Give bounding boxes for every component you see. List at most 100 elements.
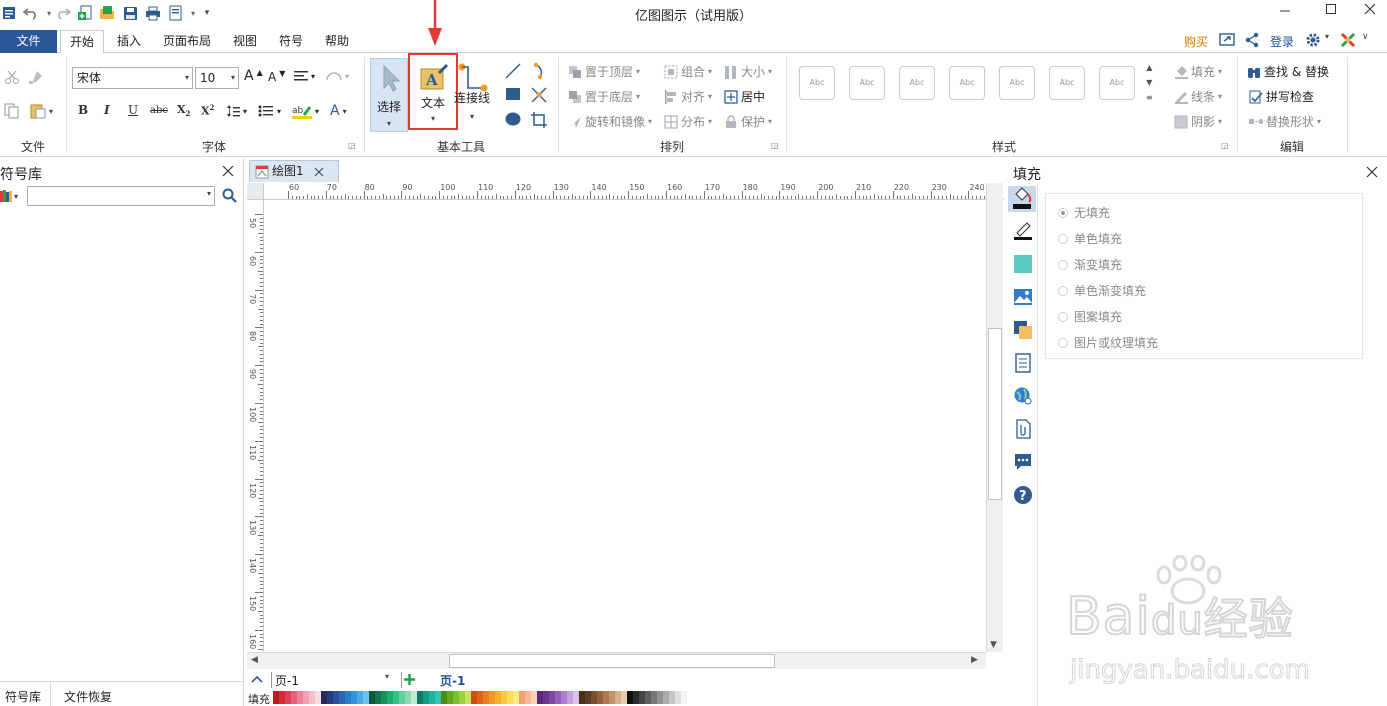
horizontal-scrollbar[interactable]: ◀ ▶: [247, 652, 986, 669]
italic-button[interactable]: I: [104, 103, 110, 117]
send-to-back-button[interactable]: 置于底层 ▾: [568, 88, 640, 105]
style-preset-6[interactable]: Abc: [1049, 66, 1085, 100]
underline-button[interactable]: U: [128, 103, 138, 117]
hyperlink-globe-icon[interactable]: [1013, 386, 1033, 406]
gallery-more-icon[interactable]: ≡: [1146, 93, 1153, 102]
tab-file-recovery[interactable]: 文件恢复: [64, 688, 112, 705]
tab-symbol[interactable]: 符号: [272, 30, 310, 53]
style-preset-5[interactable]: Abc: [999, 66, 1035, 100]
login-link[interactable]: 登录: [1270, 33, 1294, 50]
line-shape-icon[interactable]: [504, 62, 522, 80]
copy-icon[interactable]: [4, 103, 20, 119]
settings-dropdown-icon[interactable]: ▾: [1325, 32, 1329, 41]
settings-gear-icon[interactable]: [1304, 31, 1322, 52]
radio-button[interactable]: [1058, 233, 1068, 244]
radio-button[interactable]: [1058, 259, 1068, 270]
paste-icon[interactable]: ▾: [30, 103, 53, 119]
scroll-down-icon[interactable]: ▼: [1146, 78, 1152, 87]
edraw-logo-icon[interactable]: [1339, 31, 1357, 52]
text-direction-icon[interactable]: ▾: [326, 70, 349, 82]
attachment-icon[interactable]: [1013, 419, 1033, 439]
tab-symbol-library[interactable]: 符号库: [5, 688, 41, 705]
radio-button[interactable]: [1058, 285, 1068, 296]
maximize-icon[interactable]: [1316, 2, 1346, 22]
close-tab-icon[interactable]: [314, 167, 324, 177]
group-button[interactable]: 组合 ▾: [664, 63, 712, 80]
minimize-icon[interactable]: [1270, 2, 1300, 22]
subscript-button[interactable]: X2: [177, 103, 190, 118]
tab-page-layout[interactable]: 页面布局: [156, 30, 218, 53]
share-icon[interactable]: [1244, 32, 1260, 51]
search-icon[interactable]: [222, 188, 237, 206]
radio-button[interactable]: [1058, 311, 1068, 322]
bullet-list-icon[interactable]: ▾: [258, 104, 281, 118]
distribute-button[interactable]: 分布 ▾: [664, 113, 712, 130]
page-properties-icon[interactable]: [1013, 353, 1033, 373]
vertical-scrollbar[interactable]: ▼: [986, 183, 1003, 652]
add-page-icon[interactable]: [403, 673, 416, 689]
style-preset-1[interactable]: Abc: [799, 66, 835, 100]
color-swatches[interactable]: [273, 691, 687, 704]
page-select[interactable]: 页-1 ▾: [271, 672, 391, 688]
connector-tool-button[interactable]: 连接线 ▾: [452, 58, 492, 132]
font-color-icon[interactable]: A ▾: [330, 103, 347, 119]
superscript-button[interactable]: X2: [201, 103, 214, 118]
scroll-left-arrow-icon[interactable]: ◀: [251, 655, 258, 665]
radio-button[interactable]: [1058, 337, 1068, 348]
scroll-up-icon[interactable]: ▲: [1146, 63, 1152, 72]
radio-button[interactable]: [1058, 207, 1068, 218]
connection-point-icon[interactable]: [530, 86, 548, 104]
comment-icon[interactable]: [1013, 452, 1033, 472]
vertical-scroll-thumb[interactable]: [988, 328, 1002, 500]
select-tool-button[interactable]: 选择 ▾: [370, 58, 408, 132]
fill-button[interactable]: 填充 ▾: [1174, 63, 1222, 80]
style-dialog-launcher-icon[interactable]: ◲: [1221, 141, 1229, 150]
document-tab[interactable]: 绘图1: [249, 160, 339, 182]
fill-option-single-gradient[interactable]: 单色渐变填充: [1058, 282, 1146, 299]
close-fill-panel-icon[interactable]: [1366, 166, 1378, 181]
library-search-input[interactable]: ▾: [27, 186, 215, 206]
scroll-right-arrow-icon[interactable]: ▶: [971, 655, 978, 665]
bring-to-front-button[interactable]: 置于顶层 ▾: [568, 63, 640, 80]
page-list-toggle-icon[interactable]: [251, 673, 263, 687]
tab-insert[interactable]: 插入: [110, 30, 148, 53]
fill-option-pattern[interactable]: 图案填充: [1058, 308, 1122, 325]
shadow-button[interactable]: 阴影 ▾: [1174, 113, 1222, 130]
font-name-select[interactable]: 宋体 ▾: [72, 67, 193, 89]
close-panel-icon[interactable]: [222, 165, 234, 180]
buy-link[interactable]: 购买: [1184, 33, 1208, 50]
style-preset-7[interactable]: Abc: [1099, 66, 1135, 100]
library-picker[interactable]: ▾: [0, 189, 18, 203]
find-replace-button[interactable]: 查找 & 替换: [1247, 63, 1329, 80]
fill-option-gradient[interactable]: 渐变填充: [1058, 256, 1122, 273]
help-icon[interactable]: ?: [1013, 485, 1033, 505]
ribbon-collapse-icon[interactable]: ∨: [1362, 32, 1369, 42]
style-preset-4[interactable]: Abc: [949, 66, 985, 100]
fill-panel-icon[interactable]: [1008, 186, 1036, 212]
style-gallery-scroll[interactable]: ▲ ▼ ≡: [1146, 63, 1153, 102]
bold-button[interactable]: B: [78, 103, 88, 117]
strikethrough-button[interactable]: abc: [150, 105, 168, 116]
close-window-icon[interactable]: [1355, 2, 1385, 22]
text-tool-button[interactable]: A 文本 ▾: [408, 53, 458, 130]
line-panel-icon[interactable]: [1013, 221, 1033, 241]
rectangle-shape-icon[interactable]: [504, 86, 522, 102]
tab-help[interactable]: 帮助: [318, 30, 356, 53]
size-button[interactable]: 大小 ▾: [724, 63, 772, 80]
fill-option-none[interactable]: 无填充: [1058, 204, 1110, 221]
paragraph-align-icon[interactable]: ▾: [294, 70, 315, 82]
line-button[interactable]: 线条 ▾: [1174, 88, 1222, 105]
image-panel-icon[interactable]: [1013, 287, 1033, 307]
ellipse-shape-icon[interactable]: [504, 111, 522, 127]
fill-option-picture[interactable]: 图片或纹理填充: [1058, 334, 1158, 351]
file-menu-tab[interactable]: 文件: [0, 30, 57, 53]
scroll-down-arrow-icon[interactable]: ▼: [990, 640, 997, 650]
font-dialog-launcher-icon[interactable]: ◲: [348, 141, 356, 150]
page-tab[interactable]: 页-1: [440, 672, 465, 689]
style-preset-2[interactable]: Abc: [849, 66, 885, 100]
tab-view[interactable]: 视图: [226, 30, 264, 53]
shrink-font-icon[interactable]: A ▼: [268, 69, 285, 85]
tab-home[interactable]: 开始: [60, 30, 104, 54]
crop-icon[interactable]: [530, 111, 548, 129]
center-button[interactable]: 居中: [724, 88, 765, 105]
